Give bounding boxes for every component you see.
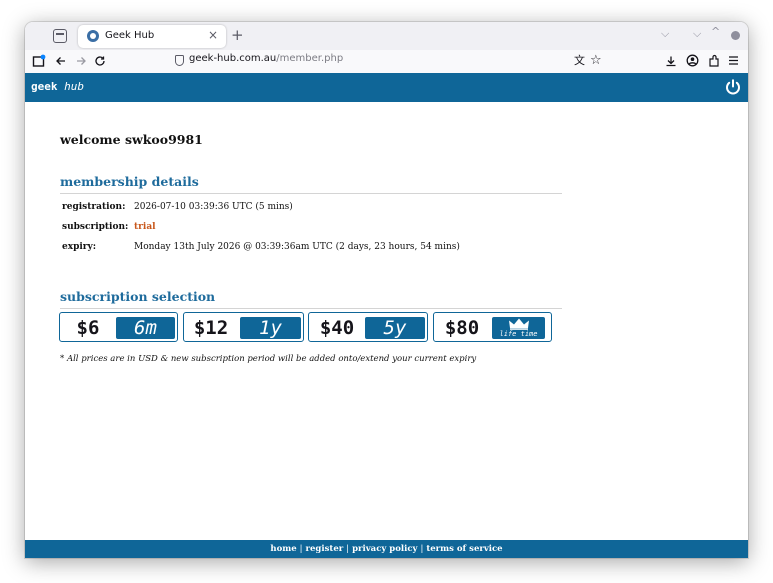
logo-geek: geek [31,80,58,93]
plan-price: $80 [444,317,480,339]
plan-price: $40 [319,317,355,339]
detail-label: expiry: [62,242,97,252]
footer-separator: | [299,544,303,554]
detail-label: registration: [62,202,126,212]
site-header: geek hub [25,73,748,102]
lifetime-badge: life time [492,317,545,339]
chevron-down-icon[interactable]: ⌵ [661,27,669,41]
power-icon[interactable] [724,78,742,96]
footer-link-home[interactable]: home [270,544,296,554]
footer-separator: | [420,544,424,554]
extensions-icon[interactable] [708,54,720,67]
plan-5y-button[interactable]: $40 5y [308,312,428,342]
plan-period: 6m [116,317,175,339]
site-footer: home | register | privacy policy | terms of se… [25,540,748,558]
footer-link-privacy-policy[interactable]: privacy policy [352,544,417,554]
plan-price: $12 [193,317,229,339]
tab-list-icon[interactable] [53,29,67,43]
tab-title: Geek Hub [105,30,155,41]
plan-period: 1y [240,317,301,339]
chevron-up-icon[interactable]: ^ [711,25,720,38]
shield-icon[interactable] [175,55,184,66]
welcome-heading: welcome swkoo9981 [60,132,203,147]
divider [60,193,562,194]
detail-label: subscription: [62,222,129,232]
chevron-down-icon[interactable]: ⌵ [693,27,701,41]
plan-price: $6 [76,317,100,339]
window-close-icon[interactable] [731,31,740,40]
navigation-bar: geek-hub.com.au/member.php 文 ☆ [25,50,748,73]
detail-value: Monday 13th July 2026 @ 03:39:36am UTC (… [134,242,460,252]
reload-icon[interactable] [94,55,106,67]
footer-link-register[interactable]: register [306,544,344,554]
bookmark-star-icon[interactable]: ☆ [590,53,602,69]
logo-hub: hub [64,80,84,93]
detail-value: 2026-07-10 03:39:36 UTC (5 mins) [134,202,293,212]
download-icon[interactable] [665,55,677,67]
plan-6m-button[interactable]: $6 6m [59,312,178,342]
footer-link-terms-of-service[interactable]: terms of service [426,544,502,554]
url-domain: geek-hub.com.au [189,53,277,64]
lifetime-label: life time [499,330,538,338]
plan-1y-button[interactable]: $12 1y [183,312,304,342]
footer-separator: | [346,544,350,554]
site-logo[interactable]: geek hub [31,80,84,93]
subscription-status: trial [134,222,156,232]
menu-icon[interactable] [728,55,739,66]
forward-arrow-icon[interactable] [75,55,87,67]
subscription-selection-title: subscription selection [60,289,216,304]
url-bar[interactable]: geek-hub.com.au/member.php [189,53,343,64]
url-path: /member.php [276,53,344,64]
page-content: welcome swkoo9981 membership details reg… [25,102,748,540]
back-arrow-icon[interactable] [55,55,67,67]
tab-bar: Geek Hub × + ⌵ ⌵ ^ [25,22,748,50]
membership-details-title: membership details [60,174,199,189]
favicon-icon [87,30,99,42]
browser-window: Geek Hub × + ⌵ ⌵ ^ geek-hub.com.au/membe… [25,22,748,558]
crown-icon [509,318,529,330]
close-icon[interactable]: × [208,28,218,42]
browser-tab[interactable]: Geek Hub × [78,25,226,48]
divider [60,308,562,309]
plus-icon[interactable]: + [231,26,244,44]
plan-lifetime-button[interactable]: $80 life time [433,312,552,342]
account-icon[interactable] [686,54,699,67]
sidebar-icon[interactable] [32,54,46,68]
pricing-note: * All prices are in USD & new subscripti… [60,354,477,364]
translate-icon[interactable]: 文 [574,53,585,69]
plan-period: 5y [365,317,425,339]
